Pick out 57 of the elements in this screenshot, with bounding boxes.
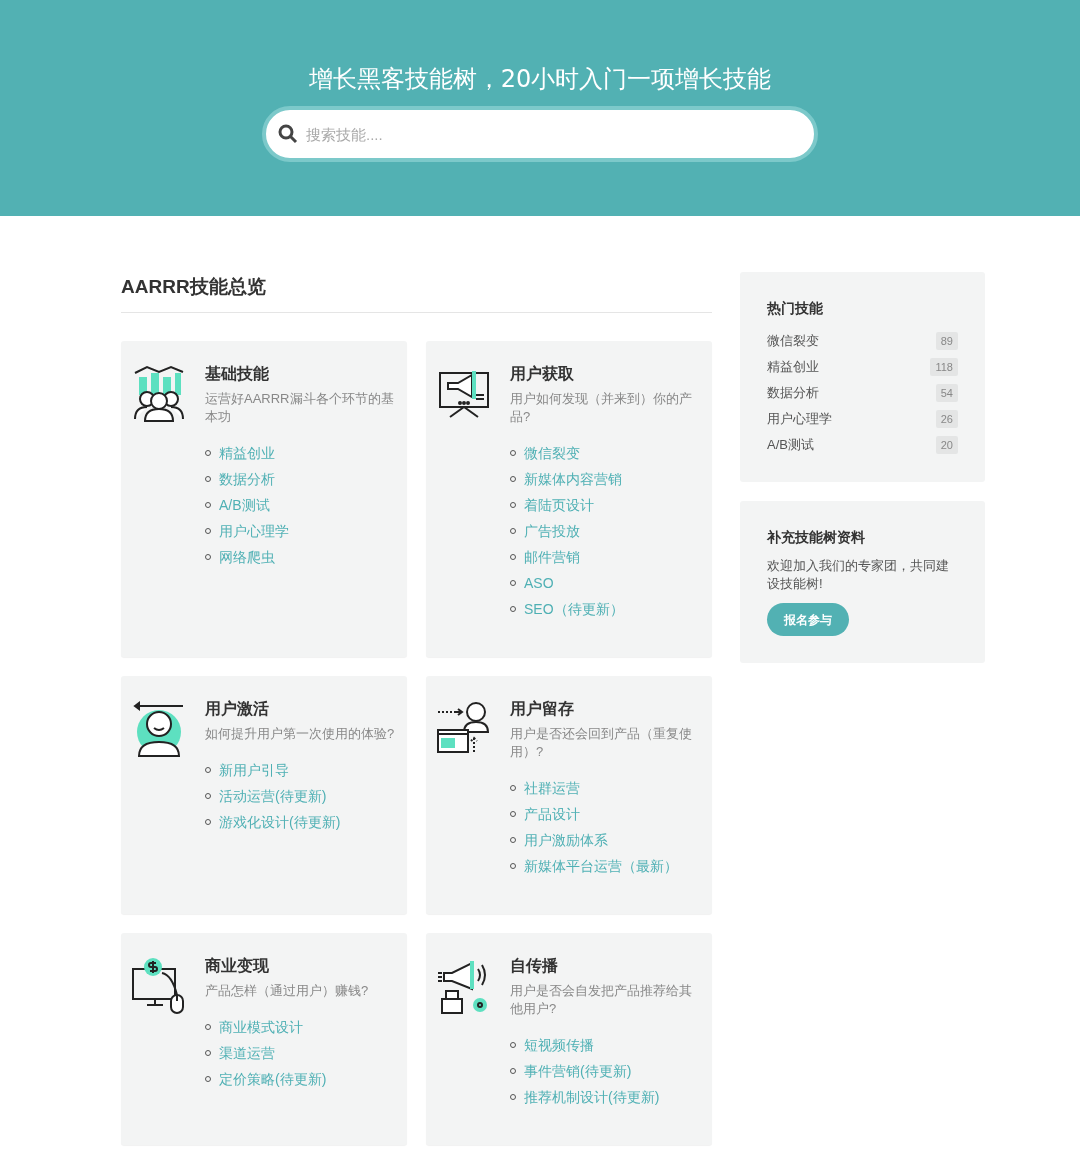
- skill-link[interactable]: 邮件营销: [524, 546, 580, 568]
- skill-link[interactable]: 事件营销(待更新): [524, 1060, 632, 1082]
- skill-link[interactable]: 用户心理学: [219, 520, 289, 542]
- card-title: 用户留存: [510, 699, 575, 719]
- section-title: AARRR技能总览: [121, 272, 712, 313]
- panel-title: 补充技能树资料: [767, 528, 866, 547]
- signup-button[interactable]: 报名参与: [767, 603, 849, 636]
- skill-link[interactable]: 精益创业: [219, 442, 275, 464]
- count-badge: 20: [935, 436, 958, 454]
- skill-link[interactable]: 着陆页设计: [524, 494, 594, 516]
- skill-link[interactable]: 商业模式设计: [219, 1016, 303, 1038]
- search-icon: [278, 124, 298, 144]
- skill-link[interactable]: 产品设计: [524, 803, 580, 825]
- team-chart-icon: [131, 363, 187, 423]
- popular-skill-link[interactable]: A/B测试: [767, 435, 814, 455]
- card-title: 自传播: [510, 956, 559, 976]
- skill-link[interactable]: 短视频传播: [524, 1034, 594, 1056]
- skill-link[interactable]: 社群运营: [524, 777, 580, 799]
- skill-link[interactable]: SEO（待更新）: [524, 598, 624, 620]
- card-title: 用户获取: [510, 364, 575, 384]
- card-description: 产品怎样（通过用户）赚钱?: [205, 982, 370, 1000]
- card-description: 运营好AARRR漏斗各个环节的基本功: [205, 390, 395, 426]
- skill-link[interactable]: 网络爬虫: [219, 546, 275, 568]
- count-badge: 118: [930, 358, 958, 376]
- skill-link[interactable]: 活动运营(待更新): [219, 785, 327, 807]
- count-badge: 89: [935, 332, 958, 350]
- money-monitor-icon: [131, 955, 187, 1015]
- card-title: 用户激活: [205, 699, 270, 719]
- popular-skill-link[interactable]: 微信裂变: [767, 331, 819, 351]
- card-description: 用户如何发现（并来到）你的产品?: [510, 390, 693, 426]
- count-badge: 54: [935, 384, 958, 402]
- skill-link[interactable]: 用户激励体系: [524, 829, 608, 851]
- card-description: 用户是否会自发把产品推荐给其他用户?: [510, 982, 693, 1018]
- card-description: 如何提升用户第一次使用的体验?: [205, 725, 396, 743]
- skill-link[interactable]: 新媒体平台运营（最新）: [524, 855, 678, 877]
- popular-skill-link[interactable]: 用户心理学: [767, 409, 832, 429]
- skill-link[interactable]: 推荐机制设计(待更新): [524, 1086, 660, 1108]
- page-title: 增长黑客技能树，20小时入门一项增长技能: [308, 64, 772, 95]
- skill-link[interactable]: 广告投放: [524, 520, 580, 542]
- popular-skill-link[interactable]: 数据分析: [767, 383, 819, 403]
- panel-text: 欢迎加入我们的专家团，共同建设技能树!: [767, 557, 950, 593]
- skill-link[interactable]: 新媒体内容营销: [524, 468, 622, 490]
- card-title: 基础技能: [205, 364, 270, 384]
- panel-title: 热门技能: [767, 299, 824, 318]
- card-title: 商业变现: [205, 956, 270, 976]
- count-badge: 26: [935, 410, 958, 428]
- card-description: 用户是否还会回到产品（重复使用）?: [510, 725, 693, 761]
- skill-link[interactable]: 新用户引导: [219, 759, 289, 781]
- skill-link[interactable]: 微信裂变: [524, 442, 580, 464]
- popular-skill-link[interactable]: 精益创业: [767, 357, 819, 377]
- skill-link[interactable]: 定价策略(待更新): [219, 1068, 327, 1090]
- skill-link[interactable]: 游戏化设计(待更新): [219, 811, 341, 833]
- skill-link[interactable]: ASO: [524, 572, 554, 594]
- search-field[interactable]: 搜索技能....: [262, 106, 818, 162]
- skill-link[interactable]: 渠道运营: [219, 1042, 275, 1064]
- skill-link[interactable]: 数据分析: [219, 468, 275, 490]
- skill-link[interactable]: A/B测试: [219, 494, 270, 516]
